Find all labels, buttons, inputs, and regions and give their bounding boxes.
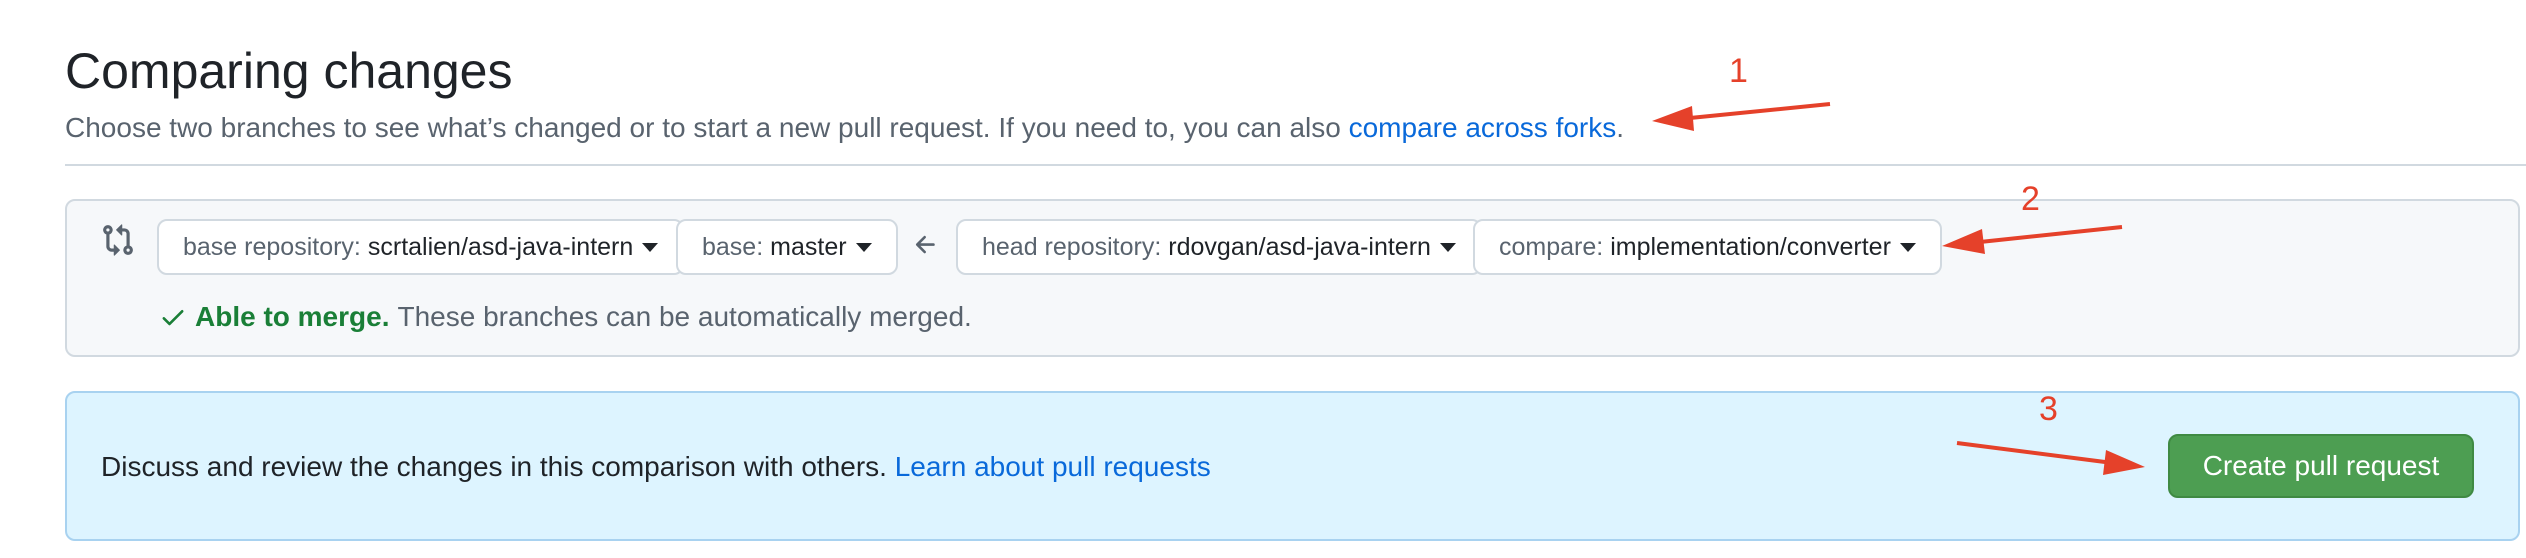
compare-branch-select[interactable]: compare: implementation/converter: [1473, 219, 1942, 275]
caret-down-icon: [1439, 242, 1456, 252]
git-compare-icon: [103, 224, 133, 256]
subtitle-end: .: [1616, 112, 1625, 143]
base-repository-select[interactable]: base repository: scrtalien/asd-java-inte…: [157, 219, 685, 275]
base-branch-select[interactable]: base: master: [676, 219, 898, 275]
compare-page: Comparing changes Choose two branches to…: [0, 0, 2526, 558]
pr-banner-message: Discuss and review the changes in this c…: [101, 451, 895, 482]
learn-about-pull-requests-link[interactable]: Learn about pull requests: [895, 451, 1211, 482]
base-repository-label: base repository:: [183, 232, 361, 261]
page-subtitle: Choose two branches to see what’s change…: [65, 110, 1624, 146]
caret-down-icon: [855, 242, 872, 252]
merge-status-detail: These branches can be automatically merg…: [397, 301, 972, 332]
base-branch-value: master: [770, 232, 847, 261]
create-pr-banner: Discuss and review the changes in this c…: [65, 391, 2520, 541]
annotation-number-2: 2: [2021, 180, 2040, 218]
caret-down-icon: [642, 242, 659, 252]
arrow-left-icon: [915, 235, 935, 254]
compare-across-forks-link[interactable]: compare across forks: [1349, 112, 1617, 143]
subtitle-text: Choose two branches to see what’s change…: [65, 112, 1349, 143]
compare-branch-value: implementation/converter: [1610, 232, 1891, 261]
annotation-number-3: 3: [2039, 390, 2058, 428]
head-repository-value: rdovgan/asd-java-intern: [1168, 232, 1431, 261]
check-icon: [162, 310, 184, 326]
merge-status-ok: Able to merge.: [195, 301, 390, 332]
base-repository-value: scrtalien/asd-java-intern: [367, 232, 634, 261]
caret-down-icon: [1899, 242, 1916, 252]
create-pull-request-button[interactable]: Create pull request: [2168, 434, 2474, 498]
head-repository-label: head repository:: [982, 232, 1162, 261]
head-repository-select[interactable]: head repository: rdovgan/asd-java-intern: [956, 219, 1482, 275]
page-title: Comparing changes: [65, 43, 513, 99]
annotation-number-1: 1: [1729, 52, 1748, 90]
range-editor: base repository: scrtalien/asd-java-inte…: [65, 199, 2520, 357]
base-branch-label: base:: [702, 232, 764, 261]
header-divider: [65, 164, 2526, 166]
compare-branch-label: compare:: [1499, 232, 1604, 261]
merge-status: Able to merge. These branches can be aut…: [159, 299, 972, 335]
annotation-arrow-1: [1652, 102, 1831, 131]
pr-banner-text: Discuss and review the changes in this c…: [101, 449, 1211, 485]
